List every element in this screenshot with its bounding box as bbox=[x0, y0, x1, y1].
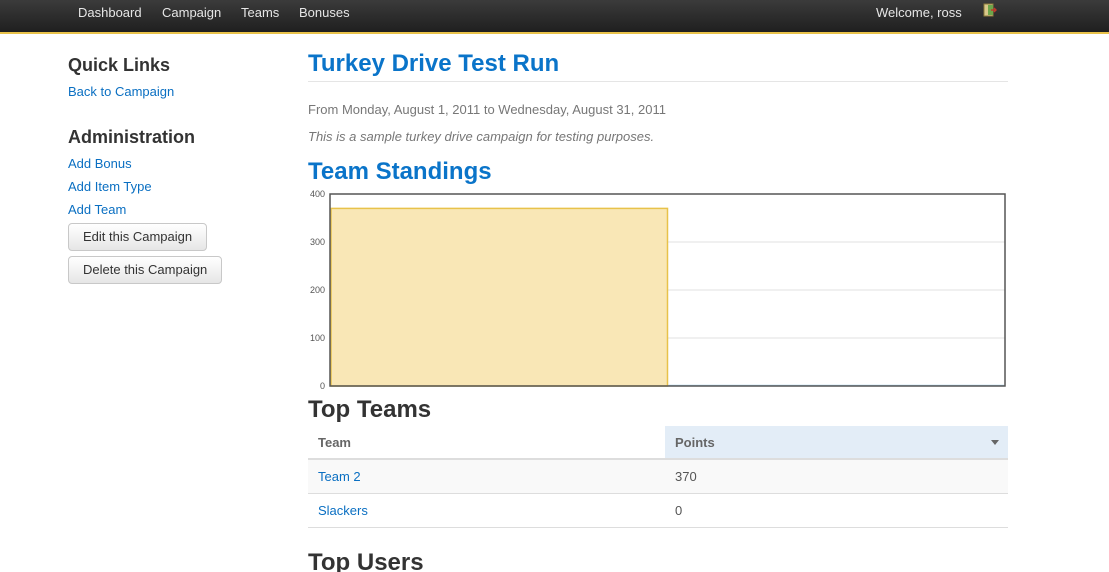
team-standings-chart: 0 100 200 300 400 bbox=[310, 189, 1006, 391]
nav-campaign[interactable]: Campaign bbox=[162, 5, 221, 20]
welcome-text: Welcome, ross bbox=[876, 5, 962, 20]
table-row: Team 2 370 bbox=[308, 459, 1008, 494]
sort-descending-icon bbox=[991, 440, 999, 445]
bar-team-2 bbox=[330, 207, 669, 387]
y-tick-label: 300 bbox=[310, 237, 325, 247]
team-points: 0 bbox=[665, 493, 1008, 528]
top-teams-heading: Top Teams bbox=[308, 396, 432, 423]
team-link[interactable]: Slackers bbox=[318, 503, 368, 518]
top-users-heading: Top Users bbox=[308, 549, 424, 572]
y-tick-label: 0 bbox=[320, 381, 325, 391]
add-item-type-link[interactable]: Add Item Type bbox=[68, 179, 152, 194]
top-teams-table: Team Points Team 2 370 Slackers 0 bbox=[308, 426, 1008, 528]
team-link[interactable]: Team 2 bbox=[318, 469, 361, 484]
add-team-link[interactable]: Add Team bbox=[68, 202, 126, 217]
title-divider bbox=[308, 81, 1008, 82]
team-standings-heading: Team Standings bbox=[308, 158, 492, 185]
nav-teams[interactable]: Teams bbox=[241, 5, 279, 20]
points-column-header[interactable]: Points bbox=[665, 426, 1008, 460]
back-to-campaign-link[interactable]: Back to Campaign bbox=[68, 84, 174, 99]
table-row: Slackers 0 bbox=[308, 493, 1008, 528]
nav-dashboard[interactable]: Dashboard bbox=[78, 5, 142, 20]
campaign-dates: From Monday, August 1, 2011 to Wednesday… bbox=[308, 102, 666, 117]
delete-campaign-button[interactable]: Delete this Campaign bbox=[68, 256, 223, 284]
administration-heading: Administration bbox=[68, 127, 196, 147]
nav-bonuses[interactable]: Bonuses bbox=[299, 5, 350, 20]
team-column-header[interactable]: Team bbox=[308, 426, 665, 460]
quick-links-heading: Quick Links bbox=[68, 55, 171, 75]
y-tick-label: 400 bbox=[310, 189, 325, 199]
points-header-label: Points bbox=[675, 434, 715, 450]
team-points: 370 bbox=[665, 459, 1008, 494]
add-bonus-link[interactable]: Add Bonus bbox=[68, 156, 132, 171]
y-tick-label: 100 bbox=[310, 333, 325, 343]
edit-campaign-button[interactable]: Edit this Campaign bbox=[68, 223, 208, 251]
table-header-row: Team Points bbox=[308, 426, 1008, 460]
y-tick-label: 200 bbox=[310, 285, 325, 295]
logout-door-icon[interactable] bbox=[983, 3, 997, 17]
page-title: Turkey Drive Test Run bbox=[308, 50, 560, 77]
top-navbar: Dashboard Campaign Teams Bonuses Welcome… bbox=[0, 0, 1109, 34]
campaign-description: This is a sample turkey drive campaign f… bbox=[308, 129, 655, 144]
